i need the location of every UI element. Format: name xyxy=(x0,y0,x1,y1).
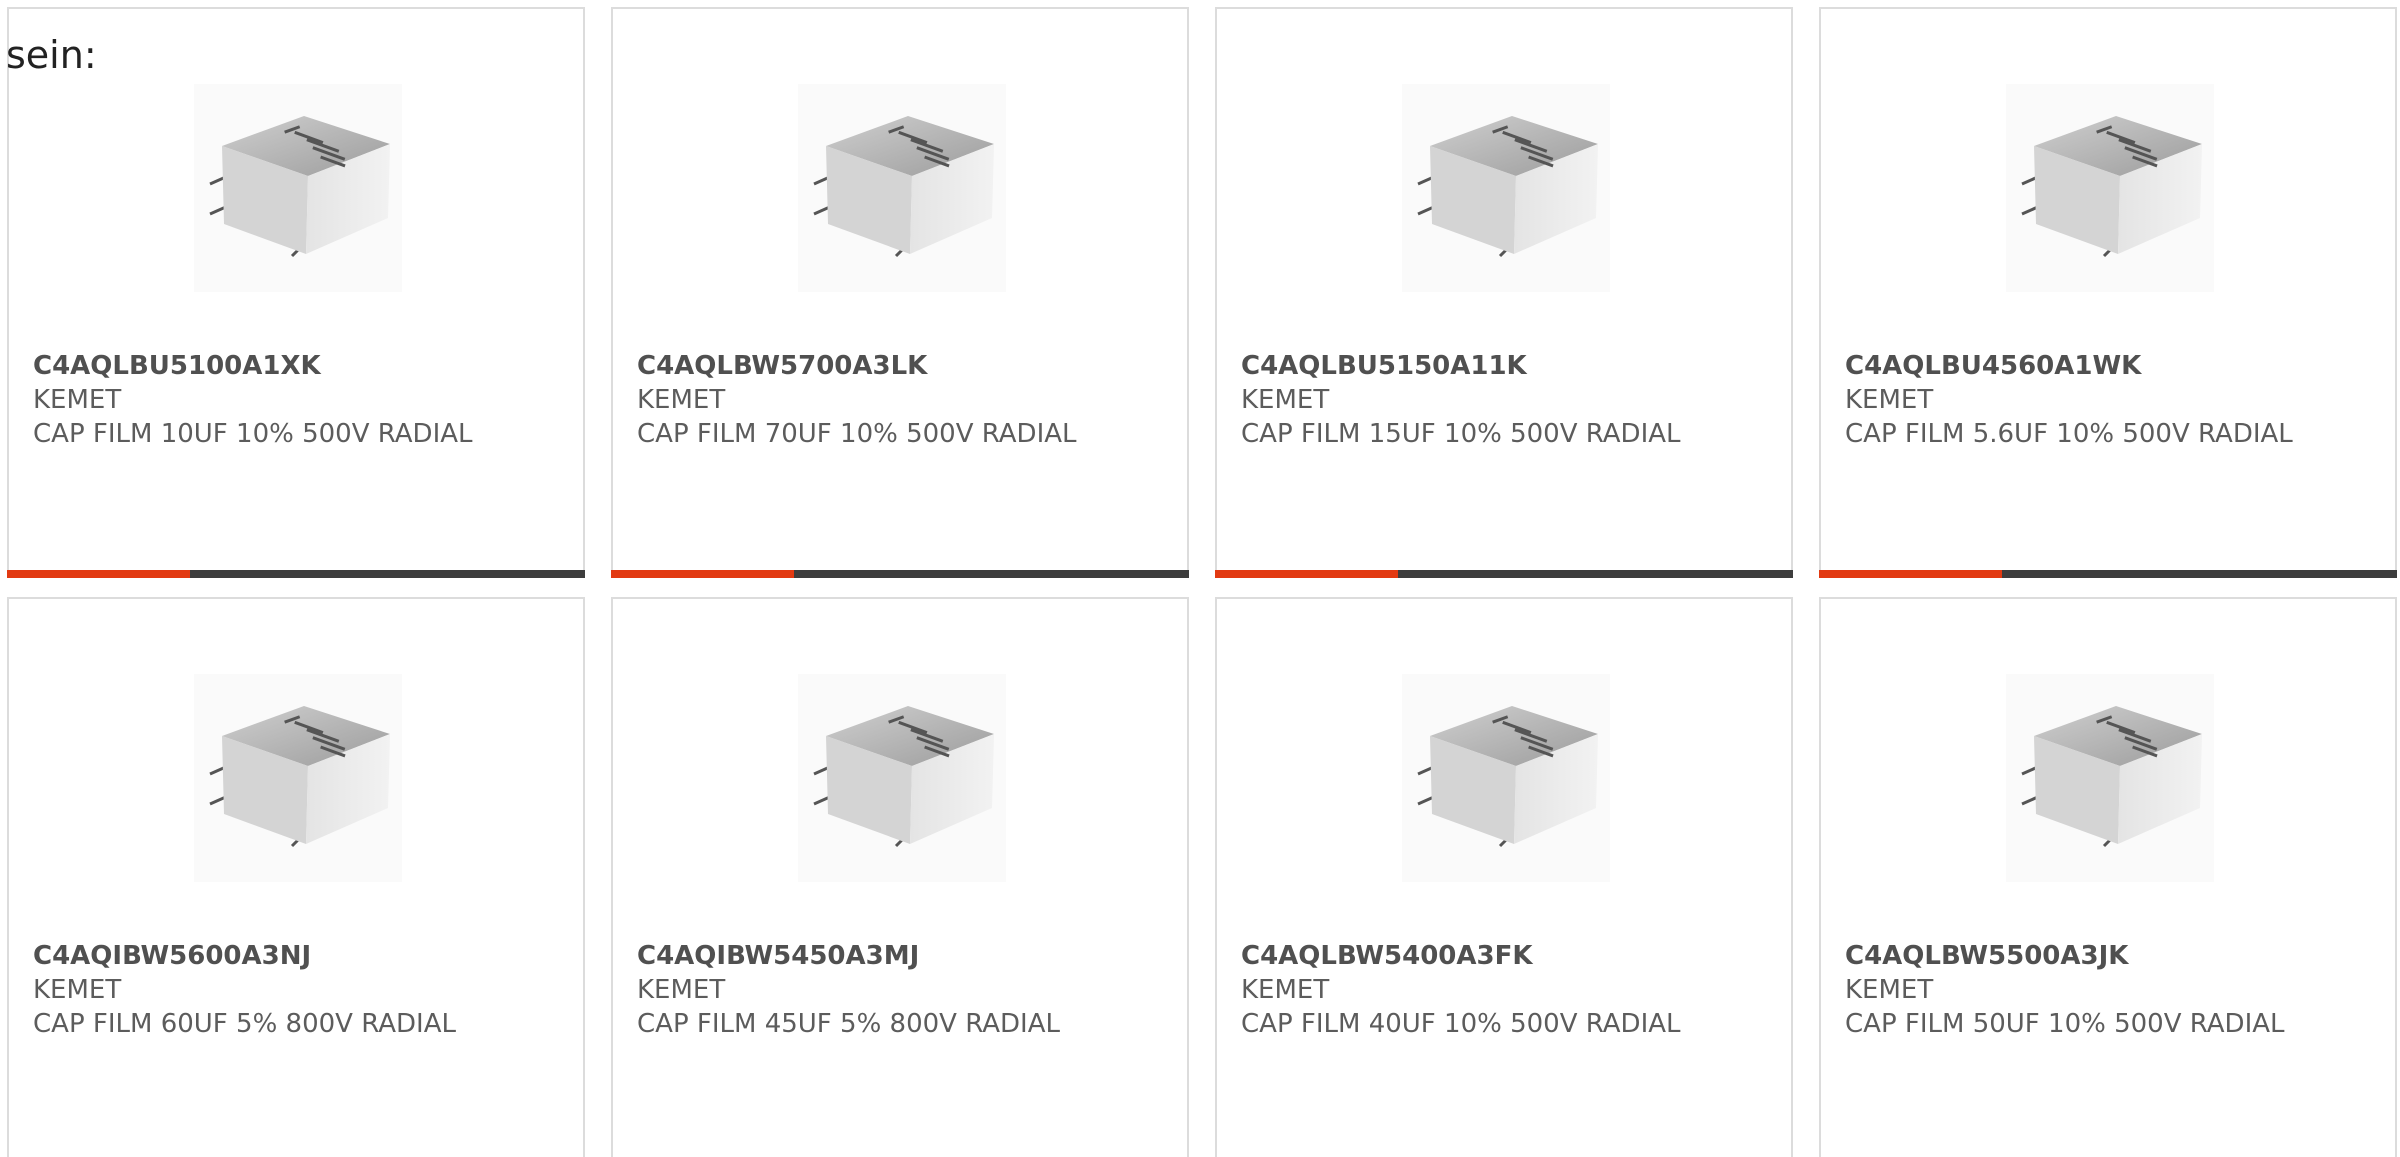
product-image[interactable] xyxy=(194,84,402,292)
film-capacitor-icon xyxy=(209,116,390,258)
product-description: CAP FILM 60UF 5% 800V RADIAL xyxy=(33,1009,456,1039)
part-number-link[interactable]: C4AQLBU4560A1WK xyxy=(1845,349,2345,383)
product-card[interactable]: C4AQLBW5500A3JK KEMET CAP FILM 50UF 10% … xyxy=(1819,597,2397,1157)
product-card[interactable]: C4AQLBW5700A3LK KEMET CAP FILM 70UF 10% … xyxy=(611,7,1189,578)
product-image[interactable] xyxy=(2006,84,2214,292)
part-number-link[interactable]: C4AQLBU5100A1XK xyxy=(33,349,533,383)
product-info: C4AQLBW5400A3FK KEMET CAP FILM 40UF 10% … xyxy=(1241,939,1741,1041)
intro-text: sein: xyxy=(6,33,97,77)
product-info: C4AQLBW5700A3LK KEMET CAP FILM 70UF 10% … xyxy=(637,349,1137,451)
part-number-link[interactable]: C4AQLBW5400A3FK xyxy=(1241,939,1741,973)
product-card[interactable]: C4AQIBW5600A3NJ KEMET CAP FILM 60UF 5% 8… xyxy=(7,597,585,1157)
product-image[interactable] xyxy=(2006,674,2214,882)
product-info: C4AQLBW5500A3JK KEMET CAP FILM 50UF 10% … xyxy=(1845,939,2345,1041)
manufacturer-label: KEMET xyxy=(1845,385,1934,415)
product-info: C4AQLBU4560A1WK KEMET CAP FILM 5.6UF 10%… xyxy=(1845,349,2345,451)
product-info: C4AQIBW5450A3MJ KEMET CAP FILM 45UF 5% 8… xyxy=(637,939,1137,1041)
product-info: C4AQLBU5150A11K KEMET CAP FILM 15UF 10% … xyxy=(1241,349,1741,451)
product-card[interactable]: C4AQLBW5400A3FK KEMET CAP FILM 40UF 10% … xyxy=(1215,597,1793,1157)
card-bar-accent xyxy=(611,570,794,578)
part-number-link[interactable]: C4AQLBU5150A11K xyxy=(1241,349,1741,383)
manufacturer-label: KEMET xyxy=(33,385,122,415)
manufacturer-label: KEMET xyxy=(1845,975,1934,1005)
part-number-link[interactable]: C4AQIBW5600A3NJ xyxy=(33,939,533,973)
product-image[interactable] xyxy=(798,674,1006,882)
card-bar-accent xyxy=(1215,570,1398,578)
film-capacitor-icon xyxy=(209,706,390,848)
film-capacitor-icon xyxy=(1417,116,1598,258)
product-image[interactable] xyxy=(194,674,402,882)
product-grid-page: sein: C4AQLBU5100A1XK KEMET CAP FILM 10U… xyxy=(0,0,2400,1157)
card-bar-accent xyxy=(1819,570,2002,578)
part-number-link[interactable]: C4AQLBW5700A3LK xyxy=(637,349,1137,383)
manufacturer-label: KEMET xyxy=(33,975,122,1005)
film-capacitor-icon xyxy=(2021,116,2202,258)
product-image[interactable] xyxy=(1402,674,1610,882)
product-description: CAP FILM 5.6UF 10% 500V RADIAL xyxy=(1845,419,2293,449)
film-capacitor-icon xyxy=(2021,706,2202,848)
manufacturer-label: KEMET xyxy=(1241,385,1330,415)
product-card[interactable]: C4AQIBW5450A3MJ KEMET CAP FILM 45UF 5% 8… xyxy=(611,597,1189,1157)
manufacturer-label: KEMET xyxy=(1241,975,1330,1005)
product-description: CAP FILM 15UF 10% 500V RADIAL xyxy=(1241,419,1681,449)
part-number-link[interactable]: C4AQIBW5450A3MJ xyxy=(637,939,1137,973)
product-description: CAP FILM 50UF 10% 500V RADIAL xyxy=(1845,1009,2285,1039)
product-image[interactable] xyxy=(1402,84,1610,292)
manufacturer-label: KEMET xyxy=(637,975,726,1005)
manufacturer-label: KEMET xyxy=(637,385,726,415)
card-bottom-bar xyxy=(1819,570,2397,578)
product-description: CAP FILM 10UF 10% 500V RADIAL xyxy=(33,419,473,449)
card-bottom-bar xyxy=(611,570,1189,578)
card-bottom-bar xyxy=(1215,570,1793,578)
card-bar-accent xyxy=(7,570,190,578)
product-image[interactable] xyxy=(798,84,1006,292)
product-card[interactable]: C4AQLBU5150A11K KEMET CAP FILM 15UF 10% … xyxy=(1215,7,1793,578)
film-capacitor-icon xyxy=(813,706,994,848)
film-capacitor-icon xyxy=(813,116,994,258)
film-capacitor-icon xyxy=(1417,706,1598,848)
product-card[interactable]: C4AQLBU4560A1WK KEMET CAP FILM 5.6UF 10%… xyxy=(1819,7,2397,578)
product-card[interactable]: C4AQLBU5100A1XK KEMET CAP FILM 10UF 10% … xyxy=(7,7,585,578)
product-info: C4AQLBU5100A1XK KEMET CAP FILM 10UF 10% … xyxy=(33,349,533,451)
product-description: CAP FILM 40UF 10% 500V RADIAL xyxy=(1241,1009,1681,1039)
product-info: C4AQIBW5600A3NJ KEMET CAP FILM 60UF 5% 8… xyxy=(33,939,533,1041)
product-description: CAP FILM 45UF 5% 800V RADIAL xyxy=(637,1009,1060,1039)
part-number-link[interactable]: C4AQLBW5500A3JK xyxy=(1845,939,2345,973)
product-description: CAP FILM 70UF 10% 500V RADIAL xyxy=(637,419,1077,449)
card-bottom-bar xyxy=(7,570,585,578)
